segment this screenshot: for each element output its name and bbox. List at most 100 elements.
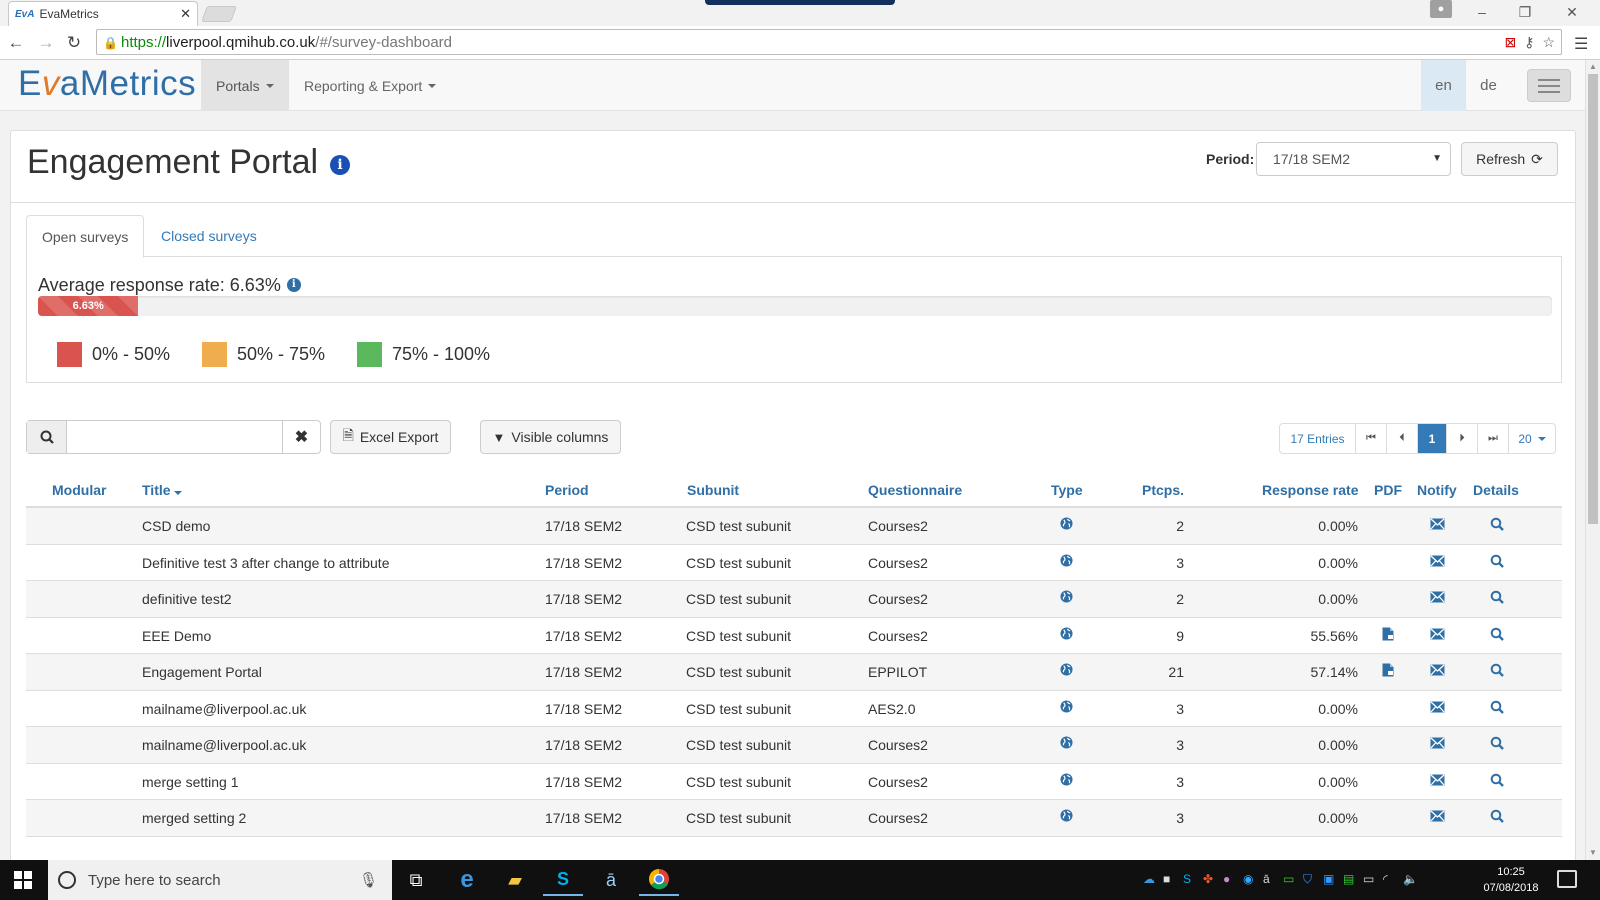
visible-columns-button[interactable]: ▼ Visible columns: [480, 420, 621, 454]
taskbar-search[interactable]: Type here to search 🎙: [48, 860, 392, 900]
skype-tray-icon[interactable]: S: [1183, 872, 1197, 886]
windows-start-icon[interactable]: [14, 871, 32, 889]
details-search-icon[interactable]: [1490, 627, 1504, 646]
pdf-icon[interactable]: [1382, 663, 1394, 682]
reload-icon[interactable]: ↻: [64, 32, 84, 54]
wifi-icon[interactable]: ◜: [1383, 872, 1397, 886]
minimize-icon[interactable]: –: [1462, 0, 1502, 24]
col-title[interactable]: Title: [142, 482, 182, 498]
details-search-icon[interactable]: [1490, 554, 1504, 573]
first-page-icon[interactable]: ⏮: [1356, 424, 1387, 453]
tray-app-icon[interactable]: ✤: [1203, 872, 1217, 886]
new-tab-button[interactable]: [201, 6, 237, 22]
volume-icon[interactable]: 🔈: [1403, 872, 1418, 886]
envelope-icon[interactable]: [1430, 700, 1445, 718]
next-page-icon[interactable]: ⏵: [1447, 424, 1478, 453]
key-icon[interactable]: ⚷: [1524, 34, 1534, 51]
nav-reporting-export[interactable]: Reporting & Export: [289, 60, 451, 111]
details-search-icon[interactable]: [1490, 809, 1504, 828]
edge-icon[interactable]: e: [447, 864, 487, 896]
table-row[interactable]: CSD demo 17/18 SEM2 CSD test subunit Course…: [26, 508, 1562, 545]
envelope-icon[interactable]: [1430, 736, 1445, 754]
tray-app-icon[interactable]: ◉: [1243, 872, 1257, 886]
table-row[interactable]: EEE Demo 17/18 SEM2 CSD test subunit Course…: [26, 618, 1562, 654]
details-search-icon[interactable]: [1490, 590, 1504, 609]
col-subunit[interactable]: Subunit: [687, 482, 739, 498]
tray-app-icon[interactable]: ▤: [1343, 872, 1357, 886]
details-search-icon[interactable]: [1490, 773, 1504, 792]
browser-menu-icon[interactable]: ☰: [1574, 34, 1588, 54]
envelope-icon[interactable]: [1430, 517, 1445, 535]
table-row[interactable]: mailname@liverpool.ac.uk 17/18 SEM2 CSD te…: [26, 727, 1562, 764]
col-ptcps[interactable]: Ptcps.: [1142, 482, 1184, 498]
app-icon[interactable]: ā: [591, 864, 631, 896]
period-select[interactable]: 17/18 SEM2 ▼: [1256, 142, 1451, 176]
details-search-icon[interactable]: [1490, 517, 1504, 536]
tray-app-icon[interactable]: ▭: [1283, 872, 1297, 886]
menu-toggle-button[interactable]: [1527, 69, 1571, 102]
last-page-icon[interactable]: ⏭: [1478, 424, 1509, 453]
restore-icon[interactable]: ❐: [1505, 0, 1545, 24]
col-response-rate[interactable]: Response rate: [1262, 482, 1358, 498]
evametrics-logo[interactable]: EvaMetrics: [18, 64, 196, 104]
clear-search-button[interactable]: ✖: [282, 421, 320, 453]
lang-de[interactable]: de: [1466, 60, 1511, 111]
task-view-icon[interactable]: ⧉: [396, 864, 436, 896]
browser-tab[interactable]: EvA EvaMetrics ✕: [8, 1, 198, 26]
battery-icon[interactable]: ▭: [1363, 872, 1377, 886]
envelope-icon[interactable]: [1430, 663, 1445, 681]
tab-close-icon[interactable]: ✕: [180, 6, 191, 22]
back-icon[interactable]: ←: [6, 32, 26, 54]
details-search-icon[interactable]: [1490, 663, 1504, 682]
bookmark-star-icon[interactable]: ☆: [1542, 34, 1555, 51]
notifications-icon[interactable]: [1557, 870, 1577, 888]
page-current[interactable]: 1: [1418, 424, 1447, 453]
envelope-icon[interactable]: [1430, 627, 1445, 645]
page-size-select[interactable]: 20: [1509, 424, 1555, 453]
microphone-icon[interactable]: 🎙: [359, 871, 378, 889]
excel-export-button[interactable]: 🗎 Excel Export: [330, 420, 451, 454]
tray-app-icon[interactable]: ●: [1223, 872, 1237, 886]
table-row[interactable]: merged setting 2 17/18 SEM2 CSD test subun…: [26, 800, 1562, 837]
details-search-icon[interactable]: [1490, 736, 1504, 755]
blocked-popup-icon[interactable]: ⊠: [1504, 34, 1516, 51]
envelope-icon[interactable]: [1430, 554, 1445, 572]
tab-open-surveys[interactable]: Open surveys: [26, 215, 145, 258]
scroll-down-icon[interactable]: ▼: [1589, 848, 1597, 857]
scrollbar-thumb[interactable]: [1588, 74, 1598, 524]
onedrive-icon[interactable]: ☁: [1143, 872, 1157, 886]
col-type[interactable]: Type: [1051, 482, 1083, 498]
refresh-button[interactable]: Refresh ⟳: [1461, 142, 1558, 176]
tray-app-icon[interactable]: ▣: [1323, 872, 1337, 886]
table-row[interactable]: Definitive test 3 after change to attrib…: [26, 545, 1562, 581]
forward-icon[interactable]: →: [36, 32, 56, 54]
skype-icon[interactable]: S: [543, 864, 583, 896]
profile-icon[interactable]: ●: [1430, 0, 1452, 18]
table-row[interactable]: Engagement Portal 17/18 SEM2 CSD test subu…: [26, 654, 1562, 691]
info-icon[interactable]: i: [286, 278, 301, 292]
search-input[interactable]: [67, 421, 282, 453]
file-explorer-icon[interactable]: ▰: [495, 864, 535, 896]
col-questionnaire[interactable]: Questionnaire: [868, 482, 962, 498]
table-row[interactable]: mailname@liverpool.ac.uk 17/18 SEM2 CSD te…: [26, 691, 1562, 727]
prev-page-icon[interactable]: ⏴: [1387, 424, 1418, 453]
lang-en[interactable]: en: [1421, 60, 1466, 111]
url-input[interactable]: 🔒 https:// liverpool.qmihub.co.uk /#/sur…: [96, 29, 1562, 55]
scroll-up-icon[interactable]: ▲: [1589, 62, 1597, 71]
envelope-icon[interactable]: [1430, 590, 1445, 608]
envelope-icon[interactable]: [1430, 773, 1445, 791]
col-period[interactable]: Period: [545, 482, 589, 498]
chrome-icon[interactable]: [639, 864, 679, 896]
page-scrollbar[interactable]: ▲ ▼: [1585, 60, 1600, 860]
col-modular[interactable]: Modular: [52, 482, 106, 498]
close-window-icon[interactable]: ✕: [1552, 0, 1592, 24]
tray-app-icon[interactable]: ā: [1263, 872, 1277, 886]
shield-icon[interactable]: ⛉: [1303, 872, 1317, 886]
table-row[interactable]: merge setting 1 17/18 SEM2 CSD test subuni…: [26, 764, 1562, 800]
nav-portals[interactable]: Portals: [201, 60, 289, 111]
tab-closed-surveys[interactable]: Closed surveys: [146, 215, 272, 257]
taskbar-clock[interactable]: 10:25 07/08/2018: [1476, 864, 1546, 896]
details-search-icon[interactable]: [1490, 700, 1504, 719]
envelope-icon[interactable]: [1430, 809, 1445, 827]
info-icon[interactable]: i: [330, 155, 351, 175]
